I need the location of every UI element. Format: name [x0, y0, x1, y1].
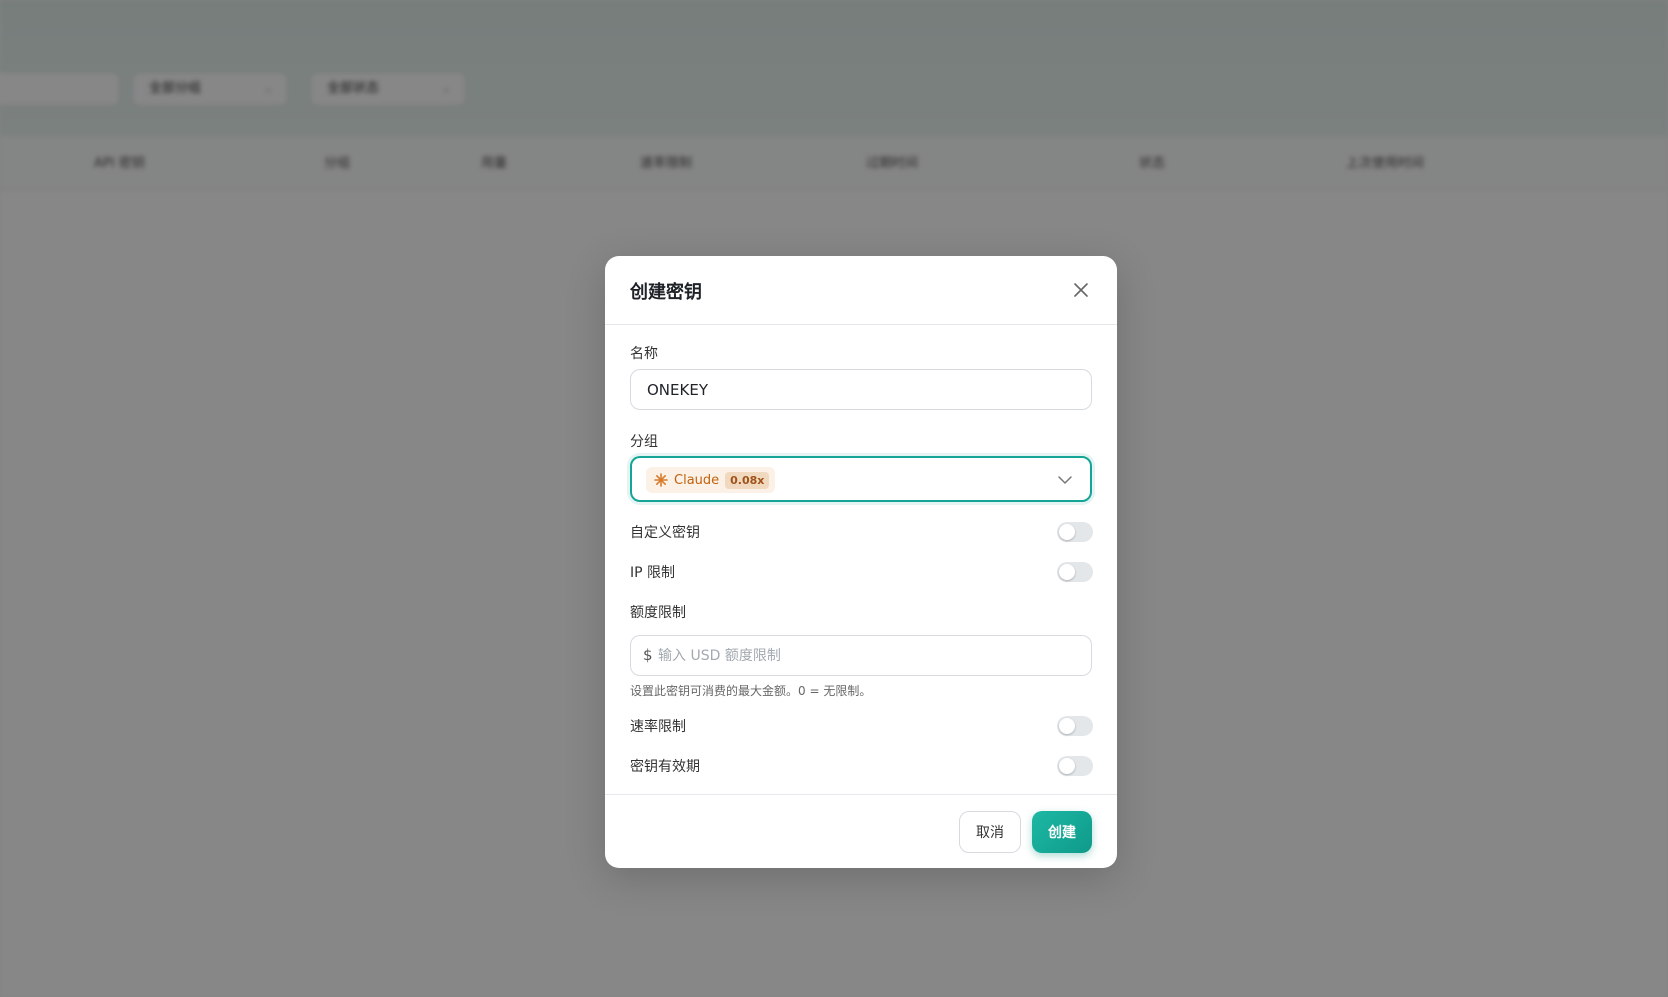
toggle-knob — [1059, 718, 1075, 734]
dialog-footer: 取消 创建 — [605, 794, 1117, 868]
group-select[interactable]: Claude 0.08x — [630, 456, 1092, 502]
create-button[interactable]: 创建 — [1032, 811, 1092, 853]
toggle-knob — [1059, 564, 1075, 580]
dialog-title: 创建密钥 — [630, 282, 702, 303]
chevron-down-icon — [1058, 476, 1072, 484]
quota-hint: 设置此密钥可消费的最大金额。0 = 无限制。 — [630, 684, 872, 698]
ip-limit-label: IP 限制 — [630, 565, 676, 581]
rate-limit-label: 速率限制 — [630, 719, 686, 735]
custom-key-label: 自定义密钥 — [630, 525, 700, 541]
toggle-knob — [1059, 758, 1075, 774]
name-label: 名称 — [630, 346, 658, 362]
name-input[interactable] — [647, 370, 1077, 409]
quota-input[interactable] — [658, 636, 1078, 675]
claude-sunburst-icon — [654, 473, 668, 487]
expiry-label: 密钥有效期 — [630, 759, 700, 775]
rate-limit-toggle[interactable] — [1057, 716, 1093, 736]
selected-group-chip: Claude 0.08x — [646, 467, 776, 493]
close-button[interactable] — [1071, 280, 1091, 300]
currency-symbol: $ — [643, 646, 653, 664]
group-rate-badge: 0.08x — [725, 471, 770, 489]
group-label: 分组 — [630, 434, 658, 450]
group-name: Claude — [674, 472, 720, 488]
create-key-dialog: 创建密钥 名称 分组 Claude 0.08x — [605, 256, 1117, 868]
name-field-wrapper — [630, 369, 1092, 410]
close-icon — [1074, 283, 1088, 297]
quota-field-wrapper: $ — [630, 635, 1092, 676]
custom-key-toggle[interactable] — [1057, 522, 1093, 542]
toggle-knob — [1059, 524, 1075, 540]
expiry-toggle[interactable] — [1057, 756, 1093, 776]
quota-label: 额度限制 — [630, 605, 686, 621]
cancel-button[interactable]: 取消 — [959, 811, 1021, 853]
ip-limit-toggle[interactable] — [1057, 562, 1093, 582]
dialog-header: 创建密钥 — [605, 256, 1117, 325]
